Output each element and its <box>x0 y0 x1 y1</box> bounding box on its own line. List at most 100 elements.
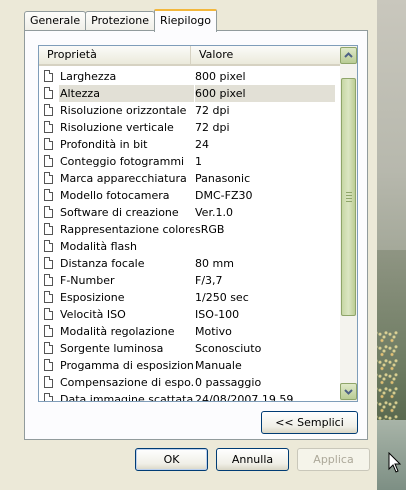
property-name: Software di creazione <box>60 206 179 219</box>
scroll-down-button[interactable] <box>340 383 357 400</box>
document-icon <box>44 359 53 371</box>
property-name: Sorgente luminosa <box>60 342 164 355</box>
list-header: Proprietà Valore <box>39 46 340 66</box>
document-icon <box>44 376 53 388</box>
list-item[interactable]: Velocità ISO ISO-100 <box>39 306 340 323</box>
property-name: Modalità regolazione <box>60 325 175 338</box>
tab-generale[interactable]: Generale <box>24 11 87 30</box>
document-icon <box>44 87 53 99</box>
document-icon <box>44 155 53 167</box>
property-value: 72 dpi <box>195 121 230 134</box>
simple-view-button[interactable]: << Semplici <box>261 411 358 434</box>
apply-button[interactable]: Applica <box>297 448 370 471</box>
thumb-grip <box>346 201 352 202</box>
document-icon <box>44 206 53 218</box>
property-value: Panasonic <box>195 172 251 185</box>
property-name: Risoluzione orizzontale <box>60 104 187 117</box>
property-name: F-Number <box>60 274 115 287</box>
document-icon <box>44 393 53 401</box>
document-icon <box>44 342 53 354</box>
property-name: Altezza <box>59 85 194 102</box>
document-icon <box>44 274 53 286</box>
property-name: Compensazione di espo... <box>60 376 194 389</box>
document-icon <box>44 257 53 269</box>
list-item[interactable]: F-Number F/3,7 <box>39 272 340 289</box>
property-value: 80 mm <box>195 257 234 270</box>
document-icon <box>44 104 53 116</box>
chevron-up-icon <box>344 52 353 58</box>
list-item[interactable]: Software di creazione Ver.1.0 <box>39 204 340 221</box>
property-name: Esposizione <box>60 291 125 304</box>
document-icon <box>44 172 53 184</box>
property-value: sRGB <box>195 223 225 236</box>
property-value: DMC-FZ30 <box>195 189 253 202</box>
scroll-thumb[interactable] <box>341 78 356 316</box>
list-item[interactable]: Data immagine scattata 24/08/2007 19.59 <box>39 391 340 402</box>
ok-button[interactable]: OK <box>135 448 208 471</box>
list-item[interactable]: Compensazione di espo... 0 passaggio <box>39 374 340 391</box>
list-item[interactable]: Modalità regolazione Motivo <box>39 323 340 340</box>
property-value: 0 passaggio <box>195 376 262 389</box>
tab-bar: Generale Protezione Riepilogo <box>24 9 217 32</box>
property-name: Marca apparecchiatura <box>60 172 187 185</box>
document-icon <box>44 240 53 252</box>
list-item[interactable]: Modello fotocamera DMC-FZ30 <box>39 187 340 204</box>
properties-list[interactable]: Proprietà Valore Larghezza 800 pixel Altez… <box>38 45 358 402</box>
property-value: Manuale <box>195 359 242 372</box>
thumb-grip <box>346 195 352 196</box>
list-item[interactable]: Altezza 600 pixel <box>39 85 340 102</box>
list-item[interactable]: Larghezza 800 pixel <box>39 68 340 85</box>
vertical-scrollbar[interactable] <box>340 46 357 401</box>
property-name: Risoluzione verticale <box>60 121 174 134</box>
list-item[interactable]: Profondità in bit 24 <box>39 136 340 153</box>
property-value: Sconosciuto <box>195 342 262 355</box>
property-name: Modello fotocamera <box>60 189 170 202</box>
document-icon <box>44 70 53 82</box>
list-item[interactable]: Sorgente luminosa Sconosciuto <box>39 340 340 357</box>
column-header-property[interactable]: Proprietà <box>39 46 191 64</box>
property-value: Motivo <box>195 325 232 338</box>
property-name: Modalità flash <box>60 240 137 253</box>
property-value: 1/250 sec <box>195 291 249 304</box>
list-item[interactable]: Progamma di esposizione Manuale <box>39 357 340 374</box>
property-name: Data immagine scattata <box>60 393 194 402</box>
thumb-grip <box>346 192 352 193</box>
document-icon <box>44 325 53 337</box>
tab-riepilogo[interactable]: Riepilogo <box>153 9 217 32</box>
property-value <box>195 238 335 255</box>
property-value: ISO-100 <box>195 308 240 321</box>
document-icon <box>44 189 53 201</box>
properties-dialog: Generale Protezione Riepilogo Proprietà … <box>0 0 377 490</box>
tab-protezione[interactable]: Protezione <box>85 11 155 30</box>
list-item[interactable]: Distanza focale 80 mm <box>39 255 340 272</box>
document-icon <box>44 308 53 320</box>
property-name: Profondità in bit <box>60 138 148 151</box>
property-name: Progamma di esposizione <box>60 359 194 372</box>
document-icon <box>44 223 53 235</box>
scroll-up-button[interactable] <box>340 47 357 64</box>
mouse-cursor-icon <box>388 452 402 473</box>
property-value: 1 <box>195 155 202 168</box>
cancel-button[interactable]: Annulla <box>216 448 289 471</box>
chevron-down-icon <box>344 389 353 395</box>
list-item[interactable]: Rappresentazione colore sRGB <box>39 221 340 238</box>
list-item[interactable]: Conteggio fotogrammi 1 <box>39 153 340 170</box>
list-item[interactable]: Risoluzione orizzontale 72 dpi <box>39 102 340 119</box>
document-icon <box>44 138 53 150</box>
property-value: 800 pixel <box>195 70 246 83</box>
property-name: Distanza focale <box>60 257 145 270</box>
property-value: 600 pixel <box>195 85 335 102</box>
document-icon <box>44 291 53 303</box>
property-value: F/3,7 <box>195 274 223 287</box>
thumb-grip <box>346 198 352 199</box>
property-name: Velocità ISO <box>60 308 126 321</box>
property-value: 24 <box>195 138 209 151</box>
list-item[interactable]: Esposizione 1/250 sec <box>39 289 340 306</box>
property-value: 24/08/2007 19.59 <box>195 393 294 402</box>
property-value: Ver.1.0 <box>195 206 233 219</box>
document-icon <box>44 121 53 133</box>
column-header-value[interactable]: Valore <box>191 46 340 64</box>
list-item[interactable]: Marca apparecchiatura Panasonic <box>39 170 340 187</box>
list-item[interactable]: Risoluzione verticale 72 dpi <box>39 119 340 136</box>
list-item[interactable]: Modalità flash <box>39 238 340 255</box>
